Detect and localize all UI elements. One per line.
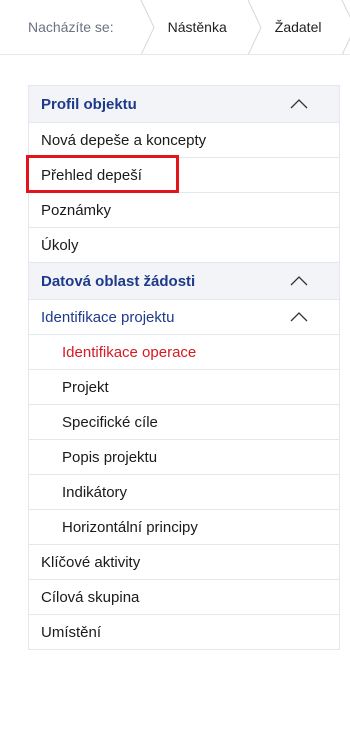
menu-subitem-label: Popis projektu xyxy=(62,448,158,466)
menu-subitem-label: Identifikace operace xyxy=(62,343,197,361)
breadcrumb-separator-icon xyxy=(341,0,350,54)
menu-item-label: Přehled depeší xyxy=(41,166,142,184)
menu-item-poznamky[interactable]: Poznámky xyxy=(29,193,339,228)
breadcrumb-item-zadatel[interactable]: Žadatel xyxy=(263,0,342,54)
menu-item-label: Cílová skupina xyxy=(41,588,140,606)
menu-item-prehled-depesi[interactable]: Přehled depeší xyxy=(26,155,339,193)
menu-item-label: Poznámky xyxy=(41,201,112,219)
breadcrumb: Nacházíte se: Nástěnka Žadatel T xyxy=(0,0,350,55)
menu-subitem-label: Specifické cíle xyxy=(62,413,158,431)
menu-section-profil-objektu[interactable]: Profil objektu xyxy=(29,86,339,123)
menu-subitem-label: Indikátory xyxy=(62,483,128,501)
menu-item-nova-depese[interactable]: Nová depeše a koncepty xyxy=(29,123,339,158)
breadcrumb-item-nastenka[interactable]: Nástěnka xyxy=(156,0,247,54)
menu-item-klicove-aktivity[interactable]: Klíčové aktivity xyxy=(29,545,339,580)
breadcrumb-separator-icon xyxy=(140,0,156,54)
menu-group-identifikace-projektu[interactable]: Identifikace projektu xyxy=(29,300,339,335)
menu-item-label: Umístění xyxy=(41,623,102,641)
menu-item-cilova-skupina[interactable]: Cílová skupina xyxy=(29,580,339,615)
menu-group-label: Identifikace projektu xyxy=(41,308,175,326)
menu-subitem-label: Projekt xyxy=(62,378,109,396)
menu-subitem-label: Horizontální principy xyxy=(62,518,198,536)
menu-item-label: Úkoly xyxy=(41,236,79,254)
menu-section-datova-oblast[interactable]: Datová oblast žádosti xyxy=(29,263,339,300)
menu-section-label: Profil objektu xyxy=(41,95,137,113)
chevron-up-icon[interactable] xyxy=(279,276,319,286)
menu-subitem-identifikace-operace[interactable]: Identifikace operace xyxy=(29,335,339,370)
menu-section-label: Datová oblast žádosti xyxy=(41,272,196,290)
menu-subitem-specificke-cile[interactable]: Specifické cíle xyxy=(29,405,339,440)
menu-subitem-horizontalni-principy[interactable]: Horizontální principy xyxy=(29,510,339,545)
menu-item-label: Klíčové aktivity xyxy=(41,553,141,571)
menu-subitem-projekt[interactable]: Projekt xyxy=(29,370,339,405)
menu-subitem-indikatory[interactable]: Indikátory xyxy=(29,475,339,510)
menu-subitem-popis-projektu[interactable]: Popis projektu xyxy=(29,440,339,475)
breadcrumb-separator-icon xyxy=(247,0,263,54)
chevron-up-icon[interactable] xyxy=(279,312,319,322)
chevron-up-icon[interactable] xyxy=(279,99,319,109)
breadcrumb-label: Nacházíte se: xyxy=(28,19,114,35)
menu-item-ukoly[interactable]: Úkoly xyxy=(29,228,339,263)
menu-item-label: Nová depeše a koncepty xyxy=(41,131,207,149)
side-menu: Profil objektu Nová depeše a koncepty Př… xyxy=(26,85,340,650)
menu-item-umisteni[interactable]: Umístění xyxy=(29,615,339,650)
